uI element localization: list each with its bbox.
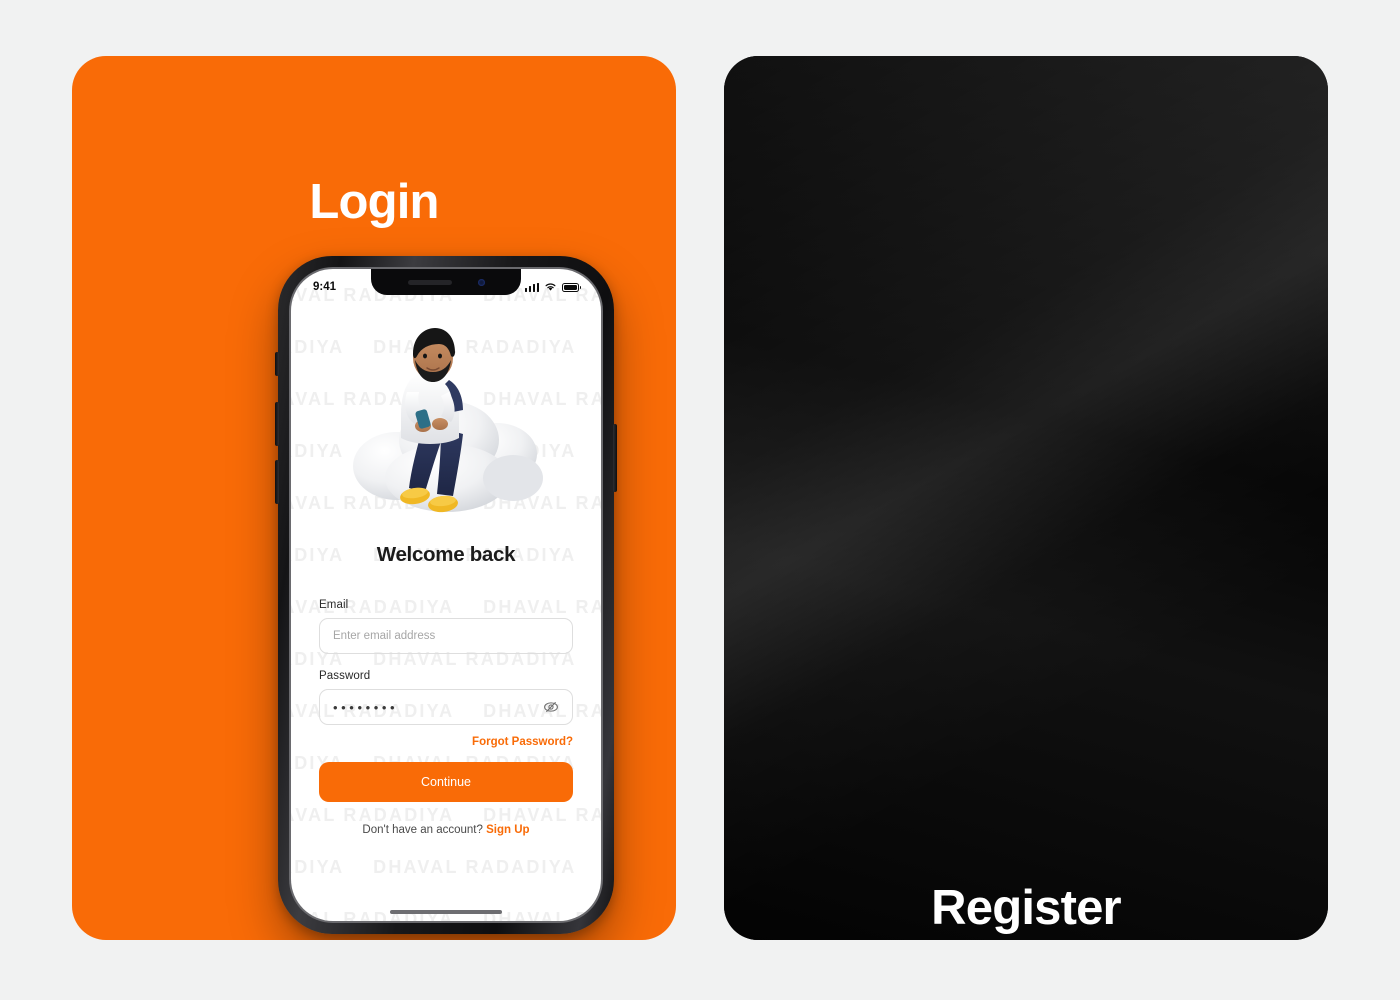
front-camera-icon: [477, 278, 485, 286]
status-time: 9:41: [313, 281, 337, 293]
login-footer-text: Don't have an account?: [362, 824, 483, 836]
forgot-password-link[interactable]: Forgot Password?: [319, 736, 573, 748]
login-phone-mockup: DHAVAL RADADIYA DHAVAL RADADIYA DHAVAL R…: [275, 256, 617, 934]
cellular-signal-icon: [524, 282, 539, 292]
card-gradient-sheen: [724, 56, 1328, 940]
register-showcase-card: Register DHAVAL RADADIYA DHAVAL RADADIYA…: [724, 56, 1328, 940]
login-email-label: Email: [319, 599, 349, 611]
character-head: [413, 328, 455, 382]
phone-notch: [371, 269, 521, 295]
login-card-title: Login: [309, 175, 439, 229]
login-email-input[interactable]: Enter email address: [319, 618, 573, 654]
eye-off-icon[interactable]: [543, 699, 559, 715]
login-form: Email Enter email address Password •••••…: [319, 599, 573, 836]
login-footer: Don't have an account? Sign Up: [319, 824, 573, 836]
battery-icon: [562, 282, 581, 292]
continue-button[interactable]: Continue: [319, 762, 573, 802]
earpiece-speaker: [407, 279, 452, 285]
register-card-title: Register: [931, 881, 1121, 935]
screenshot-stage: Login DHAVAL RADADIYA DHAVAL RADADIYA DH…: [0, 0, 1400, 1000]
login-email-placeholder: Enter email address: [333, 630, 436, 642]
wifi-icon: [545, 283, 556, 291]
silent-switch: [275, 352, 279, 376]
welcome-heading: Welcome back: [376, 543, 516, 566]
login-password-label: Password: [319, 670, 371, 682]
login-showcase-card: Login DHAVAL RADADIYA DHAVAL RADADIYA DH…: [72, 56, 676, 940]
cloud-character-illustration: [353, 328, 543, 513]
home-indicator[interactable]: [390, 909, 502, 914]
login-screen: DHAVAL RADADIYA DHAVAL RADADIYA DHAVAL R…: [291, 269, 601, 921]
sign-up-link[interactable]: Sign Up: [486, 824, 529, 836]
login-content: Welcome back Email Enter email address P…: [291, 269, 601, 921]
login-illustration: [291, 303, 601, 539]
volume-up-button: [275, 402, 279, 446]
login-password-value: ••••••••: [333, 699, 399, 715]
login-password-input[interactable]: ••••••••: [319, 689, 573, 725]
login-phone-bezel: DHAVAL RADADIYA DHAVAL RADADIYA DHAVAL R…: [289, 267, 603, 923]
login-email-group: Email Enter email address: [319, 599, 573, 654]
power-button: [613, 424, 617, 492]
login-password-group: Password ••••••••: [319, 670, 573, 725]
volume-down-button: [275, 460, 279, 504]
